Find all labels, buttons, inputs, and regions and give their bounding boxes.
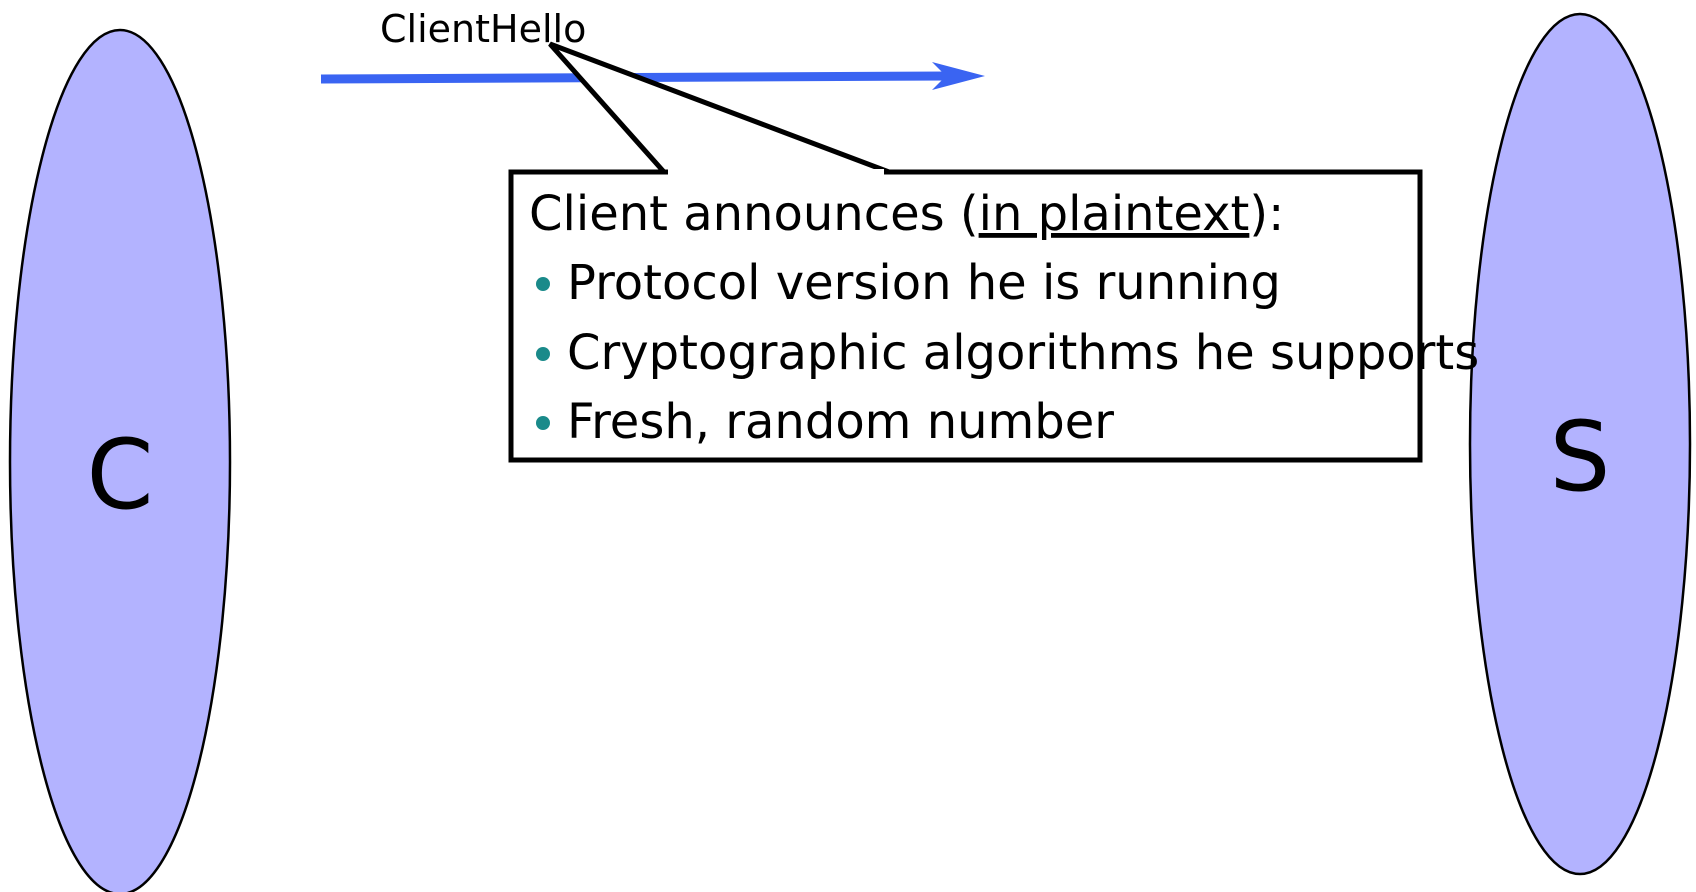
bullet-dot <box>536 277 550 291</box>
callout-heading: Client announces (in plaintext): <box>529 186 1284 242</box>
callout-bullet: Cryptographic algorithms he supports <box>567 325 1479 381</box>
callout-bullet: Protocol version he is running <box>567 255 1281 311</box>
bullet-dot <box>536 347 550 361</box>
client-party: C <box>8 28 232 892</box>
callout-pointer <box>548 41 890 175</box>
callout-heading-emphasis: in plaintext <box>979 186 1250 242</box>
callout-heading-prefix: Client announces ( <box>529 186 979 242</box>
client-label: C <box>86 419 153 531</box>
callout-bullet: Fresh, random number <box>567 394 1114 450</box>
handshake-diagram: C S ClientHello Client announces (in pla… <box>8 7 1692 892</box>
server-label: S <box>1550 401 1611 513</box>
bullet-dot <box>536 416 550 430</box>
callout-heading-suffix: ): <box>1249 186 1284 242</box>
callout: Client announces (in plaintext): Protoco… <box>508 41 1479 463</box>
server-party: S <box>1468 12 1692 876</box>
